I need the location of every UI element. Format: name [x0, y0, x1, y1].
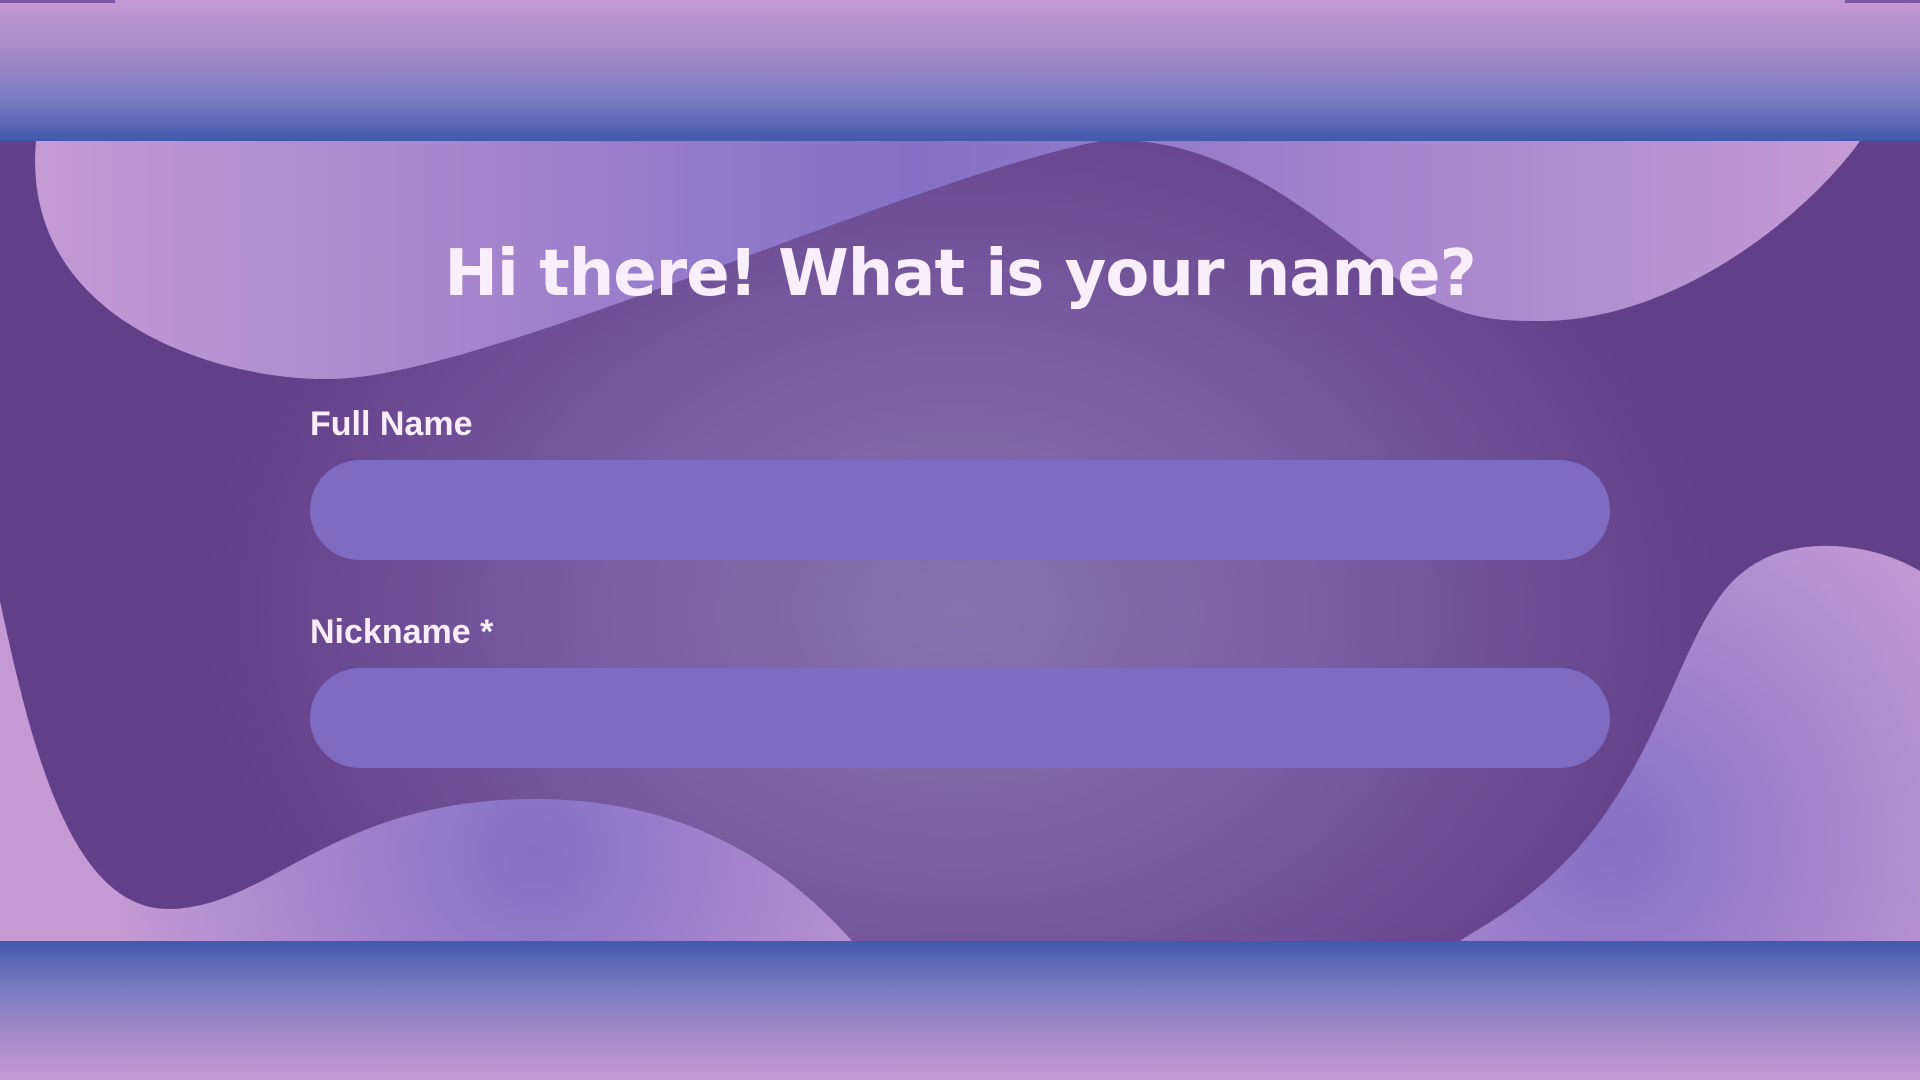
full-name-label: Full Name	[310, 405, 473, 443]
bottom-gradient-band	[0, 941, 1920, 1080]
top-left-edge-strip	[0, 0, 115, 3]
form-heading: Hi there! What is your name?	[444, 237, 1476, 311]
nickname-label: Nickname *	[310, 613, 494, 651]
top-right-edge-strip	[1845, 0, 1920, 3]
full-name-input[interactable]	[310, 460, 1610, 560]
bottom-left-blob	[0, 601, 852, 941]
top-gradient-band	[0, 0, 1920, 141]
nickname-input[interactable]	[310, 668, 1610, 768]
